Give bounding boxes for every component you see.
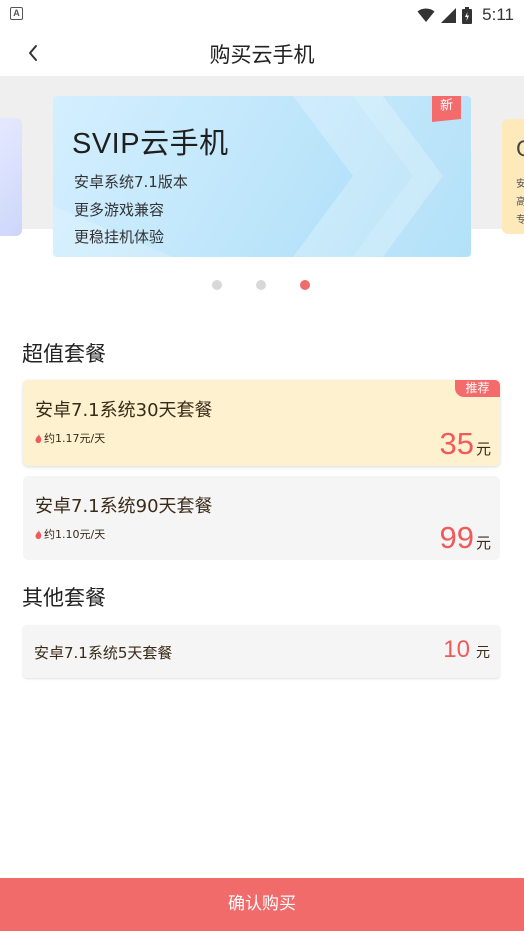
plan-price: 99 元 (440, 520, 492, 556)
new-badge: 新 (432, 96, 461, 122)
price-amount: 99 (439, 520, 474, 555)
app-notification-icon: A (10, 7, 23, 20)
plan-daily-text: 约1.10元/天 (44, 528, 106, 541)
flame-icon (35, 433, 42, 443)
recommended-tag: 推荐 (455, 380, 500, 397)
banner-feature-1: 安卓系统7.1版本 (74, 173, 188, 191)
plan-daily-text: 约1.17元/天 (44, 432, 106, 445)
page-title: 购买云手机 (209, 43, 315, 67)
pagination-dot-1[interactable] (212, 280, 222, 290)
confirm-purchase-button[interactable]: 确认购买 (0, 878, 524, 931)
next-banner-line: 高 (516, 197, 524, 208)
price-amount: 35 (439, 426, 474, 461)
next-banner-peek[interactable]: G 安 高 专 (502, 119, 524, 234)
signal-icon (441, 7, 457, 23)
section-title-other: 其他套餐 (22, 586, 106, 610)
pagination-dot-2[interactable] (256, 280, 266, 290)
banner-carousel[interactable]: G 安 高 专 SVIP云手机 安卓系统7.1版本 更多游戏兼容 更稳挂机体验 … (0, 76, 524, 306)
plan-card-5-days[interactable]: 安卓7.1系统5天套餐 10 元 (23, 625, 500, 678)
price-unit: 元 (475, 440, 491, 458)
pagination-dot-3-active[interactable] (300, 280, 310, 290)
status-time: 5:11 (482, 5, 514, 24)
plan-price: 10 元 (443, 636, 490, 664)
carousel-pagination (0, 280, 524, 290)
plan-daily-price: 约1.10元/天 (35, 526, 105, 542)
banner-title: SVIP云手机 (72, 128, 229, 160)
plan-name: 安卓7.1系统30天套餐 (35, 400, 213, 421)
plan-daily-price: 约1.17元/天 (35, 430, 105, 446)
flame-icon (35, 529, 42, 539)
plan-card-90-days[interactable]: 安卓7.1系统90天套餐 约1.10元/天 99 元 (23, 476, 500, 560)
previous-banner-peek[interactable] (0, 118, 22, 236)
status-icons: 5:11 (417, 4, 514, 26)
svip-banner[interactable]: SVIP云手机 安卓系统7.1版本 更多游戏兼容 更稳挂机体验 新 (53, 96, 471, 257)
header: 购买云手机 (0, 30, 524, 76)
next-banner-line: 专 (516, 215, 524, 226)
wifi-icon (417, 8, 435, 22)
status-bar: A 5:11 (0, 0, 524, 30)
battery-icon (462, 6, 473, 24)
plan-name: 安卓7.1系统90天套餐 (35, 496, 213, 517)
plan-name: 安卓7.1系统5天套餐 (34, 644, 173, 662)
price-unit: 元 (476, 645, 490, 661)
next-banner-title: G (516, 137, 524, 161)
price-unit: 元 (475, 534, 491, 552)
plan-card-30-days[interactable]: 安卓7.1系统30天套餐 约1.17元/天 35 元 推荐 (23, 380, 500, 466)
plan-price: 35 元 (440, 426, 492, 462)
next-banner-line: 安 (516, 179, 524, 190)
price-amount: 10 (443, 636, 470, 663)
section-title-premium: 超值套餐 (22, 342, 106, 366)
banner-feature-2: 更多游戏兼容 (74, 201, 165, 219)
banner-feature-3: 更稳挂机体验 (74, 228, 165, 246)
